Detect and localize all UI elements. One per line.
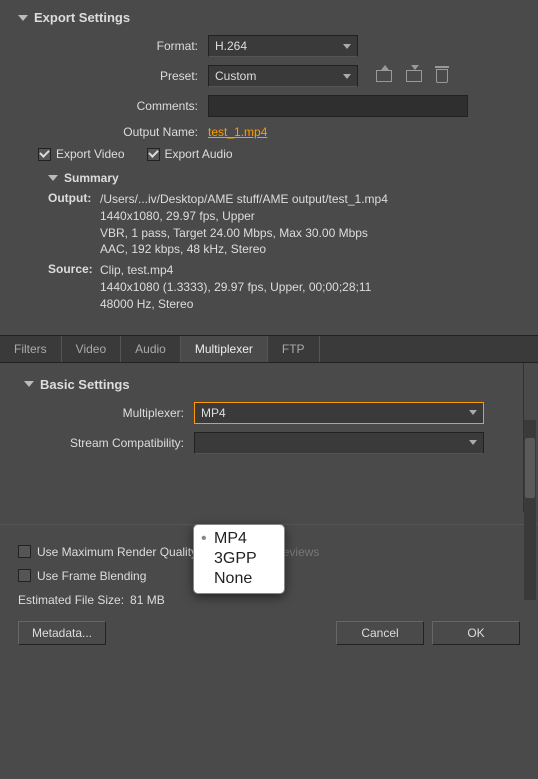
preset-value: Custom xyxy=(215,69,256,83)
max-render-quality-checkbox[interactable]: Use Maximum Render Quality xyxy=(18,545,197,559)
max-render-quality-label: Use Maximum Render Quality xyxy=(37,545,197,559)
output-name-label: Output Name: xyxy=(18,125,208,139)
chevron-down-icon xyxy=(469,440,477,445)
save-preset-icon[interactable] xyxy=(376,70,392,82)
chevron-down-icon xyxy=(343,74,351,79)
format-label: Format: xyxy=(18,39,208,53)
preset-dropdown[interactable]: Custom xyxy=(208,65,358,87)
metadata-button[interactable]: Metadata... xyxy=(18,621,106,645)
scrollbar[interactable] xyxy=(524,420,536,600)
format-dropdown[interactable]: H.264 xyxy=(208,35,358,57)
checkmark-icon xyxy=(148,147,159,158)
estimated-size-label: Estimated File Size: xyxy=(18,593,124,607)
frame-blending-label: Use Frame Blending xyxy=(37,569,146,583)
multiplexer-dropdown[interactable]: MP4 xyxy=(194,402,484,424)
tab-audio[interactable]: Audio xyxy=(121,336,181,362)
export-settings-title: Export Settings xyxy=(34,10,130,25)
popup-item-none[interactable]: None xyxy=(194,569,284,589)
popup-item-3gpp[interactable]: 3GPP xyxy=(194,549,284,569)
summary-output-label: Output: xyxy=(48,191,100,258)
tab-bar: Filters Video Audio Multiplexer FTP xyxy=(0,335,538,363)
format-value: H.264 xyxy=(215,39,247,53)
import-preset-icon[interactable] xyxy=(406,70,422,82)
chevron-down-icon xyxy=(343,44,351,49)
checkmark-icon xyxy=(39,147,50,158)
tab-video[interactable]: Video xyxy=(62,336,121,362)
chevron-down-icon xyxy=(48,175,58,181)
summary-source-label: Source: xyxy=(48,262,100,312)
comments-label: Comments: xyxy=(18,99,208,113)
summary-title: Summary xyxy=(64,171,119,185)
output-name-link[interactable]: test_1.mp4 xyxy=(208,125,267,139)
delete-preset-icon[interactable] xyxy=(436,69,448,83)
summary-header[interactable]: Summary xyxy=(48,171,520,185)
multiplexer-label: Multiplexer: xyxy=(24,406,194,420)
export-video-label: Export Video xyxy=(56,147,125,161)
stream-compat-dropdown[interactable] xyxy=(194,432,484,454)
chevron-down-icon xyxy=(24,381,34,387)
tab-filters[interactable]: Filters xyxy=(0,336,62,362)
cancel-button[interactable]: Cancel xyxy=(336,621,424,645)
export-audio-label: Export Audio xyxy=(165,147,233,161)
multiplexer-popup: MP4 3GPP None xyxy=(193,524,285,594)
tab-multiplexer[interactable]: Multiplexer xyxy=(181,336,268,362)
ok-button[interactable]: OK xyxy=(432,621,520,645)
preset-label: Preset: xyxy=(18,69,208,83)
scrollbar-thumb[interactable] xyxy=(525,438,535,498)
summary-output-body: /Users/...iv/Desktop/AME stuff/AME outpu… xyxy=(100,191,388,258)
export-video-checkbox[interactable]: Export Video xyxy=(38,147,125,161)
popup-item-mp4[interactable]: MP4 xyxy=(194,529,284,549)
comments-input[interactable] xyxy=(208,95,468,117)
multiplexer-value: MP4 xyxy=(201,406,226,420)
export-settings-header[interactable]: Export Settings xyxy=(18,10,520,25)
chevron-down-icon xyxy=(18,15,28,21)
chevron-down-icon xyxy=(469,410,477,415)
export-audio-checkbox[interactable]: Export Audio xyxy=(147,147,233,161)
basic-settings-title: Basic Settings xyxy=(40,377,130,392)
estimated-size-value: 81 MB xyxy=(130,593,165,607)
basic-settings-header[interactable]: Basic Settings xyxy=(24,377,499,392)
summary-source-body: Clip, test.mp4 1440x1080 (1.3333), 29.97… xyxy=(100,262,371,312)
tab-ftp[interactable]: FTP xyxy=(268,336,320,362)
stream-compat-label: Stream Compatibility: xyxy=(24,436,194,450)
